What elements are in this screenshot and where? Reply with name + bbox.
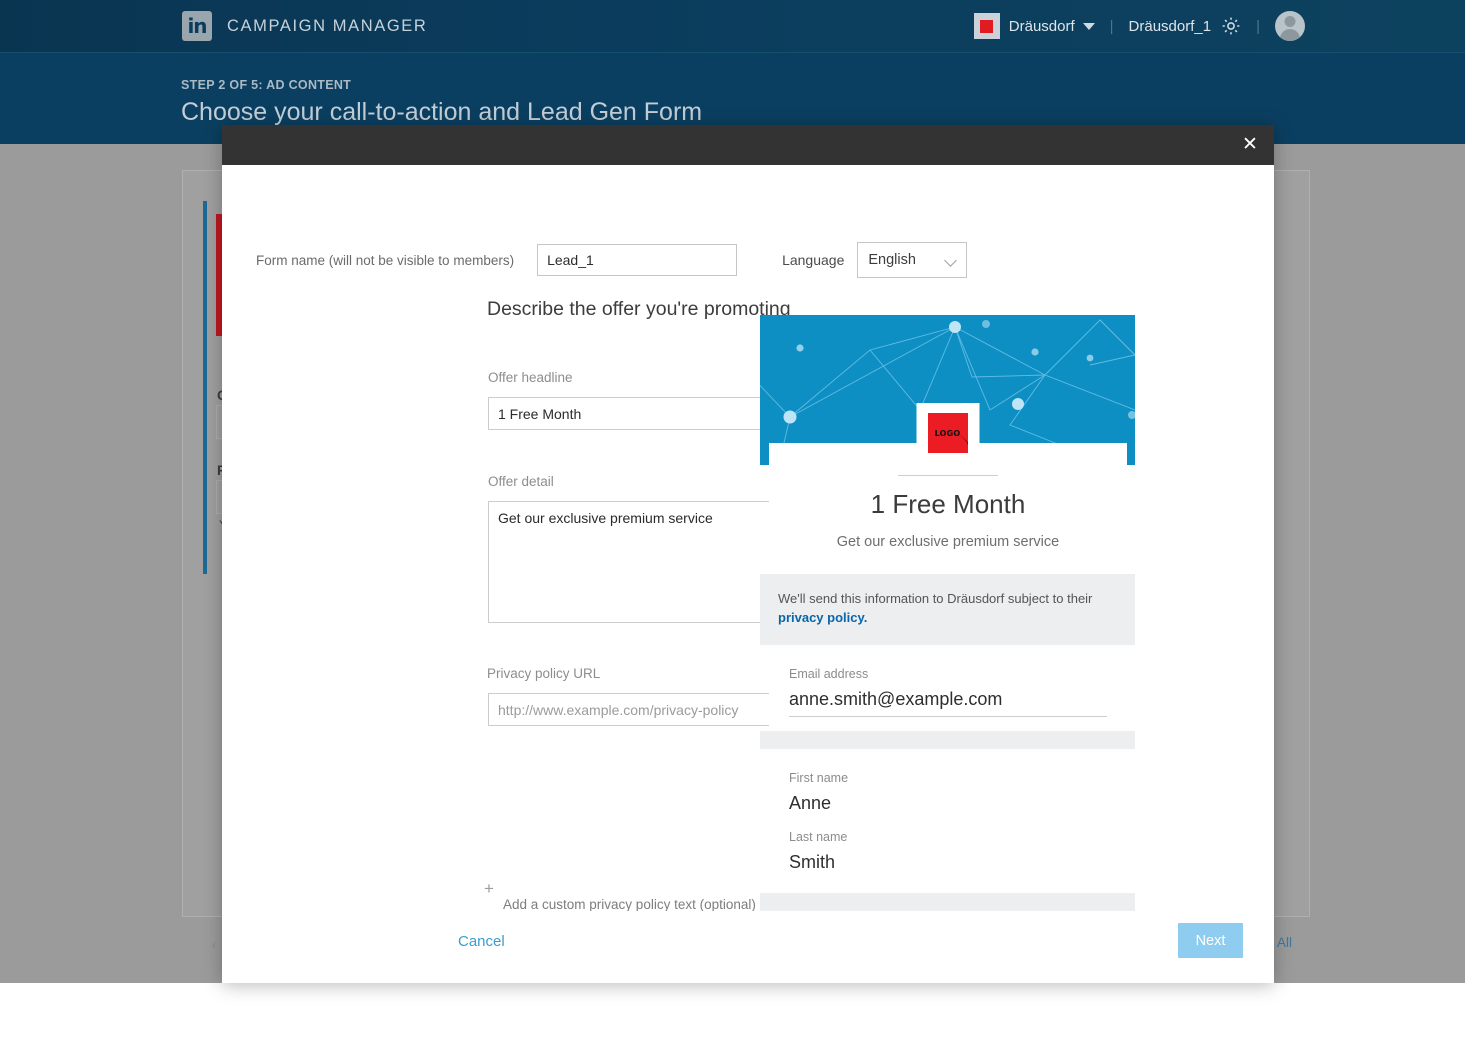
- header-separator-2: |: [1256, 17, 1260, 35]
- language-label: Language: [782, 252, 845, 268]
- preview-field-value: Smith: [789, 851, 836, 872]
- preview-offer-headline: 1 Free Month: [870, 489, 1026, 519]
- preview-name-group: First name Anne Last name Smith: [769, 748, 1127, 893]
- privacy-policy-link[interactable]: privacy policy.: [778, 610, 867, 625]
- campaign-name[interactable]: Dräusdorf_1: [1129, 18, 1212, 35]
- app-header: in CAMPAIGN MANAGER Dräusdorf | Dräusdor…: [0, 0, 1465, 52]
- preview-field-first-name[interactable]: First name Anne: [789, 761, 1107, 820]
- preview-consent-block: We'll send this information to Dräusdorf…: [760, 574, 1135, 645]
- chevron-down-icon: [944, 254, 958, 267]
- language-selected-value: English: [868, 252, 916, 268]
- preview-field-value: anne.smith@example.com: [789, 681, 1107, 717]
- privacy-url-label: Privacy policy URL: [487, 666, 601, 681]
- preview-field-email[interactable]: Email address anne.smith@example.com: [789, 657, 1107, 717]
- gear-icon[interactable]: [1221, 16, 1241, 36]
- step-label: STEP 2 OF 5: AD CONTENT: [181, 78, 352, 92]
- preview-offer-detail: Get our exclusive premium service: [836, 534, 1060, 550]
- header-separator-1: |: [1109, 17, 1114, 35]
- modal-title-bar: ✕: [222, 125, 1274, 165]
- background-accent-bar: [203, 201, 207, 574]
- preview-bottom-gap: [760, 892, 1135, 911]
- plus-icon: +: [484, 879, 494, 898]
- preview-field-label: First name: [789, 770, 849, 785]
- close-icon[interactable]: ✕: [1238, 132, 1262, 156]
- privacy-url-placeholder: http://www.example.com/privacy-policy: [498, 701, 739, 718]
- page-title: Choose your call-to-action and Lead Gen …: [181, 98, 703, 126]
- offer-divider: [898, 475, 998, 476]
- preview-email-group: Email address anne.smith@example.com: [769, 644, 1127, 731]
- add-custom-privacy-text-label: Add a custom privacy policy text (option…: [503, 897, 756, 912]
- form-name-input[interactable]: [537, 244, 738, 276]
- preview-group-gap: [760, 730, 1135, 749]
- background-all-link: All: [1277, 935, 1293, 950]
- company-logo: LOGO: [927, 413, 968, 453]
- form-name-row: Form name (will not be visible to member…: [256, 242, 968, 278]
- account-name[interactable]: Dräusdorf: [1009, 18, 1075, 35]
- offer-headline-label: Offer headline: [488, 370, 573, 385]
- brand[interactable]: in CAMPAIGN MANAGER: [182, 11, 427, 41]
- cancel-button[interactable]: Cancel: [458, 933, 505, 950]
- section-title: Describe the offer you're promoting: [487, 298, 791, 320]
- chevron-down-icon[interactable]: [1082, 22, 1095, 30]
- form-name-label: Form name (will not be visible to member…: [256, 252, 515, 268]
- avatar-icon[interactable]: [1275, 11, 1305, 41]
- modal-footer: Cancel Next: [222, 911, 1274, 983]
- account-thumbnail-icon: [973, 13, 1000, 39]
- preview-field-label: Email address: [789, 666, 869, 681]
- company-logo-text: LOGO: [934, 428, 961, 438]
- background-pagination-prev: ‹: [212, 938, 216, 952]
- next-button[interactable]: Next: [1178, 923, 1243, 958]
- linkedin-icon: in: [182, 11, 212, 41]
- consent-text: We'll send this information to Dräusdorf…: [778, 591, 1093, 606]
- preview-field-label: Last name: [789, 829, 848, 844]
- modal-body: Form name (will not be visible to member…: [222, 165, 1274, 965]
- lead-gen-form-modal: ✕ Form name (will not be visible to memb…: [222, 125, 1274, 983]
- language-select[interactable]: English: [857, 242, 968, 278]
- preview-field-last-name[interactable]: Last name Smith: [789, 820, 1107, 879]
- offer-detail-label: Offer detail: [488, 474, 554, 489]
- brand-title: CAMPAIGN MANAGER: [227, 16, 428, 35]
- preview-field-value: Anne: [789, 792, 832, 813]
